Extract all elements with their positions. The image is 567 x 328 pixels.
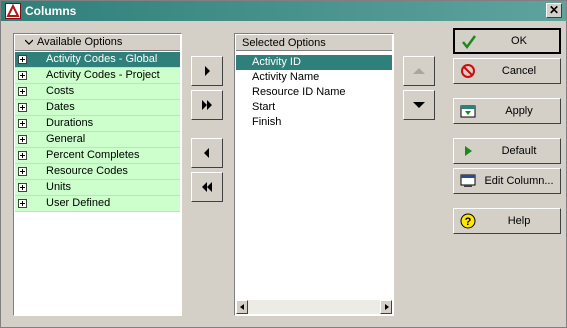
selected-options-title: Selected Options [242, 37, 326, 49]
available-option-item[interactable]: Costs [15, 84, 180, 100]
available-option-item[interactable]: Dates [15, 100, 180, 116]
available-option-label: Activity Codes - Project [46, 69, 160, 81]
dialog-title: Columns [25, 4, 77, 18]
expand-icon[interactable] [18, 151, 27, 160]
edit-column-label: Edit Column... [484, 175, 554, 187]
available-option-item[interactable]: Durations [15, 116, 180, 132]
help-button[interactable]: ? Help [453, 208, 561, 234]
apply-icon [460, 105, 476, 118]
cancel-label: Cancel [501, 65, 537, 77]
selected-option-item[interactable]: Activity ID [236, 55, 392, 70]
available-option-item[interactable]: Activity Codes - Project [15, 68, 180, 84]
available-option-label: Units [46, 181, 72, 193]
expand-icon[interactable] [18, 87, 27, 96]
available-option-label: Activity Codes - Global [46, 53, 158, 65]
selected-options-list[interactable]: Selected Options Activity ID Activity Nam… [234, 33, 394, 316]
available-options-title: Available Options [37, 36, 123, 48]
remove-all-button[interactable] [191, 172, 223, 202]
scroll-left-icon [240, 304, 244, 310]
down-arrow-icon [413, 102, 425, 108]
up-arrow-icon [413, 68, 425, 74]
double-right-arrow-icon [202, 100, 212, 110]
expand-icon[interactable] [18, 55, 27, 64]
expand-icon[interactable] [18, 71, 27, 80]
svg-text:?: ? [465, 216, 472, 228]
double-left-arrow-icon [202, 182, 212, 192]
left-arrow-icon [204, 148, 209, 158]
selected-option-item[interactable]: Finish [236, 115, 392, 130]
expand-icon[interactable] [18, 199, 27, 208]
add-button[interactable] [191, 56, 223, 86]
selected-option-item[interactable]: Start [236, 100, 392, 115]
title-bar[interactable]: Columns ✕ [1, 1, 566, 21]
app-icon [5, 3, 21, 19]
available-options-list[interactable]: Available Options Activity Codes - Globa… [13, 33, 182, 316]
default-button[interactable]: Default [453, 138, 561, 164]
selected-option-item[interactable]: Resource ID Name [236, 85, 392, 100]
available-option-item[interactable]: Percent Completes [15, 148, 180, 164]
selected-options-header: Selected Options [236, 35, 392, 51]
selected-option-label: Resource ID Name [252, 86, 346, 98]
available-option-label: User Defined [46, 197, 111, 209]
play-icon [465, 146, 472, 156]
close-icon: ✕ [548, 3, 560, 17]
checkmark-icon [462, 35, 477, 50]
expand-icon[interactable] [18, 183, 27, 192]
remove-button[interactable] [191, 138, 223, 168]
move-up-button[interactable] [403, 56, 435, 86]
available-option-label: Percent Completes [46, 149, 140, 161]
selected-option-label: Finish [252, 116, 282, 128]
expand-icon[interactable] [18, 103, 27, 112]
move-down-button[interactable] [403, 90, 435, 120]
ok-button[interactable]: OK [453, 28, 561, 54]
edit-column-button[interactable]: Edit Column... [453, 168, 561, 194]
right-arrow-icon [205, 66, 210, 76]
expand-icon[interactable] [18, 135, 27, 144]
scroll-right-icon [385, 304, 389, 310]
available-options-header[interactable]: Available Options [15, 35, 180, 51]
available-option-item[interactable]: User Defined [15, 196, 180, 212]
add-all-button[interactable] [191, 90, 223, 120]
apply-label: Apply [505, 105, 533, 117]
available-option-item[interactable]: Activity Codes - Global [15, 52, 180, 68]
expand-icon[interactable] [18, 167, 27, 176]
edit-column-icon [460, 174, 476, 187]
default-label: Default [501, 145, 537, 157]
selected-option-label: Start [252, 101, 276, 113]
selected-option-label: Activity Name [252, 71, 320, 83]
help-label: Help [507, 215, 531, 227]
horizontal-scrollbar[interactable] [236, 300, 392, 314]
available-option-label: Costs [46, 85, 75, 97]
available-option-label: Durations [46, 117, 94, 129]
apply-button[interactable]: Apply [453, 98, 561, 124]
cancel-button[interactable]: Cancel [453, 58, 561, 84]
selected-option-item[interactable]: Activity Name [236, 70, 392, 85]
available-option-label: Resource Codes [46, 165, 128, 177]
chevron-down-icon [25, 39, 33, 45]
expand-icon[interactable] [18, 119, 27, 128]
available-option-item[interactable]: General [15, 132, 180, 148]
columns-dialog: Columns ✕ Available Options Activity Cod… [0, 0, 567, 328]
cancel-icon [461, 64, 475, 78]
available-option-label: Dates [46, 101, 75, 113]
scroll-right-button[interactable] [380, 300, 392, 314]
available-option-label: General [46, 133, 86, 145]
close-button[interactable]: ✕ [546, 3, 562, 18]
ok-label: OK [511, 35, 527, 47]
available-option-item[interactable]: Units [15, 180, 180, 196]
scroll-left-button[interactable] [236, 300, 248, 314]
help-icon: ? [460, 213, 476, 229]
available-option-item[interactable]: Resource Codes [15, 164, 180, 180]
selected-option-label: Activity ID [252, 56, 301, 68]
